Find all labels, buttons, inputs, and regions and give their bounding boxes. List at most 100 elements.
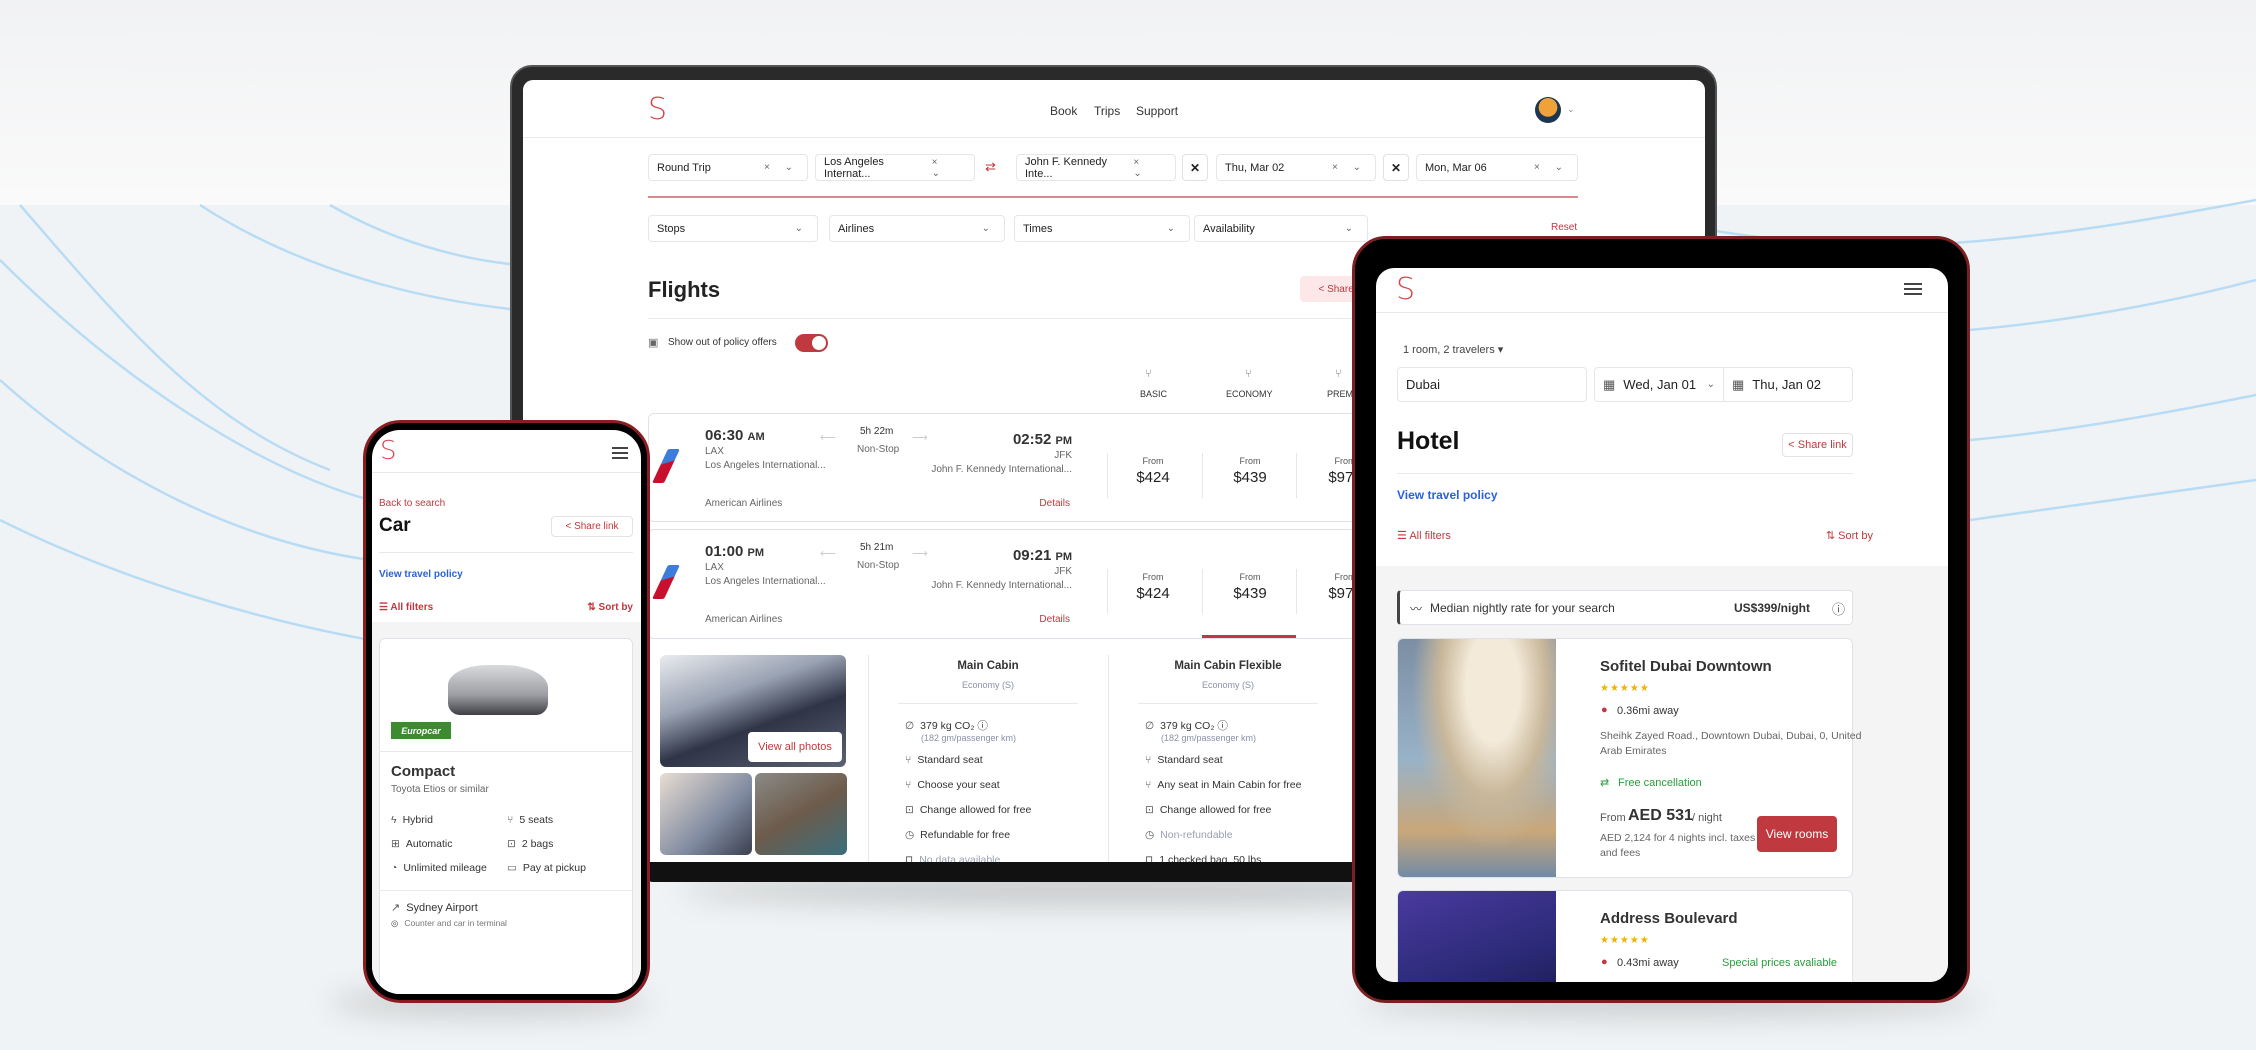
arrival-code: JFK [1054,450,1072,461]
hotel-photo[interactable] [1398,891,1556,982]
user-avatar[interactable] [1535,97,1561,123]
depart-date-select[interactable]: Thu, Mar 02 × ⌄ [1216,154,1376,181]
filter-label: Stops [657,222,686,235]
feature-mileage: ◔ Unlimited mileage [391,862,487,874]
wave-line [19,204,331,472]
chevron-down-icon[interactable]: ⌄ [1567,104,1575,115]
fare-feature: ⑂ Standard seat [1145,754,1223,766]
nav-trips[interactable]: Trips [1094,104,1120,118]
clear-chevron-icons[interactable]: × ⌄ [764,162,799,173]
speedometer-icon: ◔ [391,862,398,874]
close-icon[interactable]: ✕ [1383,154,1409,181]
arrival-airport: John F. Kennedy International... [931,580,1072,591]
chevron-down-icon: ⌄ [1344,223,1359,234]
hotel-photo[interactable] [1398,639,1556,877]
sort-by-button[interactable]: ⇅ Sort by [587,602,633,613]
divider [1108,655,1109,862]
brand-logo[interactable]: S [648,92,667,127]
seat-icon: ⑂ [1145,754,1152,766]
trip-type-select[interactable]: Round Trip × ⌄ [648,154,808,181]
filter-label: Availability [1203,222,1255,235]
departure-code: LAX [705,562,724,573]
view-all-photos-button[interactable]: View all photos [748,732,842,762]
swap-icon[interactable]: ⇄ [985,159,996,175]
all-filters-button[interactable]: ☰ All filters [1397,529,1451,542]
cabin-photo[interactable] [660,773,752,855]
arrival-code: JFK [1054,566,1072,577]
filter-times[interactable]: Times ⌄ [1014,215,1190,242]
checkout-date[interactable]: ▦ Thu, Jan 02 [1723,367,1853,402]
departure-time: 06:30 AM [705,427,765,444]
chevron-down-icon: ⌄ [1166,223,1181,234]
clear-chevron-icons[interactable]: × ⌄ [1534,162,1569,173]
chevron-down-icon: ⌄ [1706,379,1715,390]
cabin-basic[interactable]: BASIC [1140,389,1167,399]
feature-transmission: ⊞ Automatic [391,838,453,850]
policy-toggle[interactable] [795,334,828,352]
price-from: From [1239,572,1261,582]
brand-logo[interactable]: S [1396,272,1415,307]
reset-button[interactable]: Reset [1551,222,1577,233]
traveler-photo[interactable] [755,773,847,855]
duration: 5h 21m [860,542,894,553]
page-title: Flights [648,277,721,302]
bag-icon: ⊓ [905,854,914,862]
fare-feature: ⑂ Any seat in Main Cabin for free [1145,779,1302,791]
brand-logo[interactable]: S [380,436,397,466]
cabin-economy[interactable]: ECONOMY [1226,389,1273,399]
filters-icon: ☰ [1397,530,1410,542]
info-icon[interactable]: ⓘ [977,720,988,732]
close-icon[interactable]: ✕ [1182,154,1208,181]
co2-detail: (182 gm/passenger km) [921,733,1017,743]
details-link[interactable]: Details [1039,614,1070,625]
fare-price-option[interactable]: From $439 [1205,572,1295,602]
all-filters-label: All filters [390,602,434,613]
return-date-value: Mon, Mar 06 [1425,161,1487,174]
share-icon: < [1318,283,1328,295]
hotel-name[interactable]: Address Boulevard [1600,910,1738,927]
view-rooms-button[interactable]: View rooms [1757,816,1837,852]
destination-select[interactable]: John F. Kennedy Inte... × ⌄ [1016,154,1176,181]
occupancy-select[interactable]: 1 room, 2 travelers ▾ [1403,343,1503,356]
location-pin-icon: ◎ [391,918,399,928]
info-icon[interactable]: ⓘ [1832,599,1845,618]
change-icon: ⊡ [1145,804,1154,816]
nav-support[interactable]: Support [1136,104,1178,118]
info-icon[interactable]: ⓘ [1217,720,1228,732]
back-to-search-link[interactable]: Back to search [379,498,445,509]
clear-chevron-icons[interactable]: × ⌄ [1133,157,1167,179]
per-night: / night [1692,812,1722,824]
details-link[interactable]: Details [1039,498,1070,509]
divider [1376,312,1948,313]
return-date-select[interactable]: Mon, Mar 06 × ⌄ [1416,154,1578,181]
sort-by-button[interactable]: ⇅ Sort by [1826,529,1873,542]
filter-stops[interactable]: Stops ⌄ [648,215,818,242]
checkout-value: Thu, Jan 02 [1752,377,1821,392]
policy-icon: ▣ [648,337,659,349]
clear-chevron-icons[interactable]: × ⌄ [932,157,966,179]
destination-value: Dubai [1406,377,1440,392]
filter-airlines[interactable]: Airlines ⌄ [829,215,1005,242]
hamburger-menu-icon[interactable] [612,447,628,459]
view-travel-policy-link[interactable]: View travel policy [1397,488,1498,502]
divider [1138,703,1318,704]
hybrid-icon: ϟ [391,814,397,826]
fare-price-option[interactable]: From $439 [1205,456,1295,486]
share-link-button[interactable]: < Share link [551,516,633,537]
hamburger-menu-icon[interactable] [1904,283,1922,295]
feature-label: Unlimited mileage [403,862,487,874]
special-prices: Special prices avaliable [1722,957,1837,969]
arrow-right-icon: ⟶ [912,432,928,444]
hotel-name[interactable]: Sofitel Dubai Downtown [1600,658,1772,675]
all-filters-button[interactable]: ☰ All filters [379,602,433,613]
view-travel-policy-link[interactable]: View travel policy [379,569,463,580]
nav-book[interactable]: Book [1050,104,1077,118]
origin-select[interactable]: Los Angeles Internat... × ⌄ [815,154,975,181]
checkin-date[interactable]: ▦ Wed, Jan 01 ⌄ [1594,367,1724,402]
destination-input[interactable]: Dubai [1397,367,1587,402]
fare-price-option[interactable]: From $424 [1108,456,1198,486]
fare-price-option[interactable]: From $424 [1108,572,1198,602]
filter-availability[interactable]: Availability ⌄ [1194,215,1368,242]
share-link-button[interactable]: < Share link [1782,433,1853,457]
clear-chevron-icons[interactable]: × ⌄ [1332,162,1367,173]
